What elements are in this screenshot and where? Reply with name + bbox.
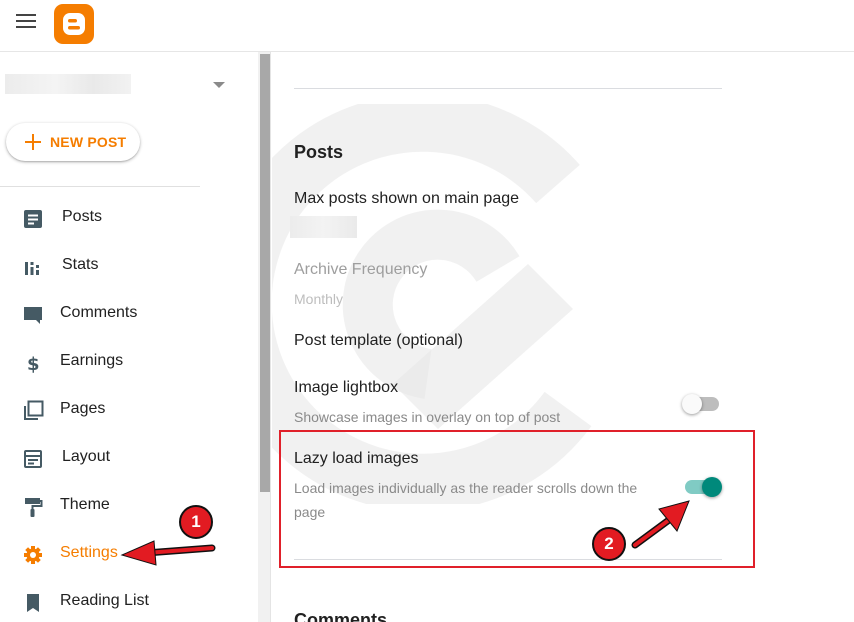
sidebar-item-label: Theme [60, 496, 110, 513]
sidebar-item-reading-list[interactable]: Reading List [0, 582, 250, 622]
dollar-icon: $ [22, 352, 44, 375]
image-lightbox-label: Image lightbox [294, 379, 399, 396]
stats-icon [22, 256, 44, 278]
section-title-posts: Posts [294, 142, 344, 162]
dropdown-arrow-icon[interactable] [213, 82, 225, 88]
archive-frequency-value: Monthly [294, 291, 344, 307]
sidebar-item-label: Layout [62, 448, 111, 465]
scrollbar-thumb[interactable] [260, 54, 270, 492]
sidebar-item-posts[interactable]: Posts [0, 198, 250, 238]
divider [294, 559, 722, 560]
sidebar-item-stats[interactable]: Stats [0, 246, 250, 286]
divider [0, 186, 200, 187]
sidebar-item-settings[interactable]: Settings [0, 534, 250, 574]
blogger-logo-icon[interactable] [54, 4, 94, 44]
sidebar-item-layout[interactable]: Layout [0, 438, 250, 478]
divider [294, 88, 722, 89]
gear-icon [22, 544, 44, 566]
archive-frequency-label: Archive Frequency [294, 261, 428, 278]
new-post-label: NEW POST [50, 134, 127, 150]
hamburger-menu-icon[interactable] [16, 14, 36, 30]
image-lightbox-toggle[interactable] [682, 393, 722, 415]
section-title-comments: Comments [294, 610, 388, 622]
sidebar-scrollbar[interactable] [258, 52, 271, 622]
sidebar-item-label: Reading List [60, 592, 149, 609]
lazy-load-desc: Load images individually as the reader s… [294, 480, 638, 520]
bookmark-icon [22, 592, 44, 614]
max-posts-label: Max posts shown on main page [294, 190, 520, 207]
sidebar-item-label: Comments [60, 304, 138, 321]
sidebar-item-label: Settings [60, 544, 118, 561]
sidebar-item-comments[interactable]: Comments [0, 294, 250, 334]
comments-icon [22, 304, 44, 326]
sidebar-item-label: Pages [60, 400, 106, 417]
layout-icon [22, 448, 44, 470]
image-lightbox-desc: Showcase images in overlay on top of pos… [294, 409, 561, 425]
sidebar-item-label: Stats [62, 256, 99, 273]
sidebar-item-pages[interactable]: Pages [0, 390, 250, 430]
sidebar: NEW POST Posts Stats Comments $ Earnings… [0, 52, 258, 622]
sidebar-item-label: Earnings [60, 352, 124, 369]
post-template-setting[interactable]: Post template (optional) [294, 332, 463, 350]
sidebar-item-earnings[interactable]: $ Earnings [0, 342, 250, 382]
annotation-badge-1: 1 [179, 505, 213, 539]
lazy-load-toggle[interactable] [682, 476, 722, 498]
settings-panel: Posts Max posts shown on main page Archi… [272, 52, 854, 622]
posts-icon [22, 208, 44, 230]
max-posts-value[interactable] [290, 216, 357, 238]
plus-icon [25, 134, 41, 150]
pages-icon [22, 400, 44, 422]
new-post-button[interactable]: NEW POST [6, 123, 140, 161]
svg-text:$: $ [27, 354, 40, 374]
paint-roller-icon [22, 496, 44, 518]
sidebar-item-label: Posts [62, 208, 103, 225]
annotation-badge-2: 2 [592, 527, 626, 561]
lazy-load-label: Lazy load images [294, 450, 419, 467]
top-app-bar [0, 0, 854, 52]
blog-selector[interactable] [5, 74, 131, 94]
